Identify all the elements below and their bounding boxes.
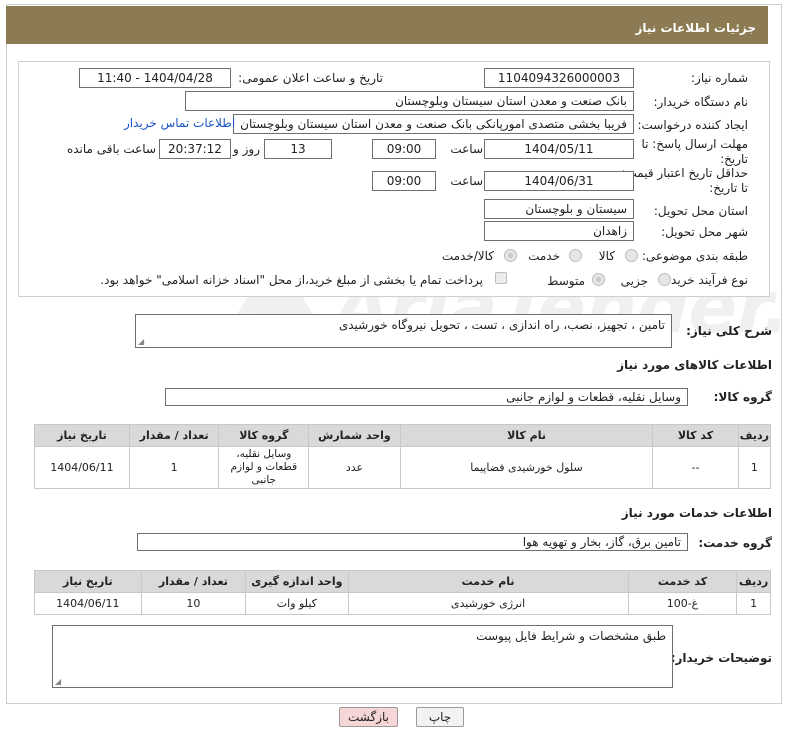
goods-cell-unit: عدد (308, 446, 401, 489)
province-label: استان محل تحویل: (653, 204, 748, 218)
treasury-note: پرداخت تمام یا بخشی از مبلغ خرید،از محل … (100, 273, 483, 287)
resize-grip-icon[interactable]: ◢ (55, 677, 61, 686)
goods-cell-date: 1404/06/11 (34, 446, 130, 489)
deadline-time-field: 09:00 (372, 139, 436, 159)
services-cell-code: غ-100 (627, 592, 738, 615)
city-label: شهر محل تحویل: (661, 225, 748, 239)
goods-table: ردیف کد کالا نام کالا واحد شمارش گروه کا… (34, 424, 772, 489)
services-cell-qty: 10 (140, 592, 247, 615)
announce-datetime-label: تاریخ و ساعت اعلان عمومی: (238, 71, 383, 85)
announce-datetime-field: 1404/04/28 - 11:40 (79, 68, 231, 88)
services-section-title: اطلاعات خدمات مورد نیاز (621, 506, 772, 520)
category-label: طبقه بندی موضوعی: (641, 249, 748, 263)
remaining-days-field: 13 (264, 139, 332, 159)
print-button[interactable]: چاپ (416, 707, 464, 727)
page-title: جزئیات اطلاعات نیاز (635, 21, 756, 35)
description-text: تامین ، تجهیز، نصب، راه اندازی ، تست ، ت… (338, 318, 665, 332)
creator-label: ایجاد کننده درخواست: (637, 118, 748, 132)
goods-col-name: نام کالا (399, 424, 654, 447)
process-option-minor: جزیی (620, 274, 648, 288)
goods-col-unit: واحد شمارش (308, 424, 401, 447)
page-header: جزئیات اطلاعات نیاز (6, 6, 768, 44)
services-col-qty: تعداد / مقدار (140, 570, 247, 593)
goods-group-field: وسایل نقلیه، قطعات و لوازم جانبی (165, 388, 688, 406)
price-validity-time-label: ساعت (450, 174, 483, 188)
resize-grip-icon[interactable]: ◢ (138, 337, 144, 346)
city-field: زاهدان (484, 221, 634, 241)
goods-cell-code: -- (652, 446, 739, 489)
services-group-field: تامین برق، گاز، بخار و تهویه هوا (137, 533, 688, 551)
goods-cell-name: سلول خورشیدی فضاپیما (399, 446, 654, 489)
goods-col-date: تاریخ نیاز (34, 424, 130, 447)
buyer-notes-text: طبق مشخصات و شرایط فایل پیوست (476, 629, 666, 643)
process-radio-medium[interactable] (592, 273, 605, 286)
deadline-date-field: 1404/05/11 (484, 139, 634, 159)
buyer-notes-label: توضیحات خریدار: (670, 651, 772, 665)
description-field: تامین ، تجهیز، نصب، راه اندازی ، تست ، ت… (135, 314, 672, 348)
process-label: نوع فرآیند خرید : (663, 273, 748, 287)
category-option-goods: کالا (598, 249, 615, 263)
goods-col-row: ردیف (737, 424, 772, 447)
table-row: 1 غ-100 انرژی خورشیدی کیلو وات 10 1404/0… (34, 592, 771, 615)
category-radio-goods-service[interactable] (504, 249, 517, 262)
price-validity-date-field: 1404/06/31 (484, 171, 634, 191)
buyer-org-field: بانک صنعت و معدن استان سیستان وبلوچستان (185, 91, 634, 111)
table-row: 1 -- سلول خورشیدی فضاپیما عدد وسایل نقلی… (34, 446, 772, 489)
process-radio-minor[interactable] (658, 273, 671, 286)
goods-col-group: گروه کالا (218, 424, 310, 447)
province-field: سیستان و بلوچستان (484, 199, 634, 219)
services-col-code: کد خدمت (627, 570, 738, 593)
goods-col-code: کد کالا (652, 424, 739, 447)
buyer-notes-field: طبق مشخصات و شرایط فایل پیوست ◢ (52, 625, 673, 688)
services-col-row: ردیف (736, 570, 771, 593)
goods-group-label: گروه کالا: (713, 390, 772, 404)
category-option-goods-service: کالا/خدمت (441, 249, 494, 263)
buyer-org-label: نام دستگاه خریدار: (653, 95, 749, 109)
services-col-name: نام خدمت (347, 570, 629, 593)
goods-cell-qty: 1 (128, 446, 220, 489)
services-group-label: گروه خدمت: (698, 536, 772, 550)
category-option-service: خدمت (528, 249, 560, 263)
need-number-field: 1104094326000003 (484, 68, 634, 88)
price-validity-time-field: 09:00 (372, 171, 436, 191)
buyer-contact-link[interactable]: اطلاعات تماس خریدار (124, 116, 235, 130)
need-number-label: شماره نیاز: (691, 71, 748, 85)
services-table: ردیف کد خدمت نام خدمت واحد اندازه گیری ت… (34, 570, 771, 615)
price-validity-label: حداقل تاریخ اعتبار قیمت: تا تاریخ: (621, 166, 748, 195)
category-radio-goods[interactable] (625, 249, 638, 262)
services-col-unit: واحد اندازه گیری (245, 570, 349, 593)
services-col-date: تاریخ نیاز (34, 570, 142, 593)
goods-cell-group: وسایل نقلیه، قطعات و لوازم جانبی (218, 446, 310, 489)
process-option-medium: متوسط (547, 274, 585, 288)
services-cell-unit: کیلو وات (245, 592, 349, 615)
services-cell-name: انرژی خورشیدی (347, 592, 629, 615)
services-cell-row: 1 (736, 592, 771, 615)
back-button[interactable]: بازگشت (339, 707, 398, 727)
remaining-time-field: 20:37:12 (159, 139, 231, 159)
goods-section-title: اطلاعات کالاهای مورد نیاز (617, 358, 772, 372)
deadline-time-label: ساعت (450, 142, 483, 156)
services-cell-date: 1404/06/11 (34, 592, 142, 615)
treasury-checkbox[interactable] (495, 272, 507, 284)
remaining-days-label: روز و (233, 142, 260, 156)
goods-col-qty: تعداد / مقدار (128, 424, 220, 447)
deadline-label: مهلت ارسال پاسخ: تا تاریخ: (641, 137, 748, 166)
category-radio-service[interactable] (569, 249, 582, 262)
creator-field: فریبا بخشی متصدی امورپانکی بانک صنعت و م… (233, 114, 634, 134)
remaining-time-label: ساعت باقی مانده (66, 142, 156, 156)
description-label: شرح کلی نیاز: (686, 324, 772, 338)
goods-cell-row: 1 (737, 446, 772, 489)
